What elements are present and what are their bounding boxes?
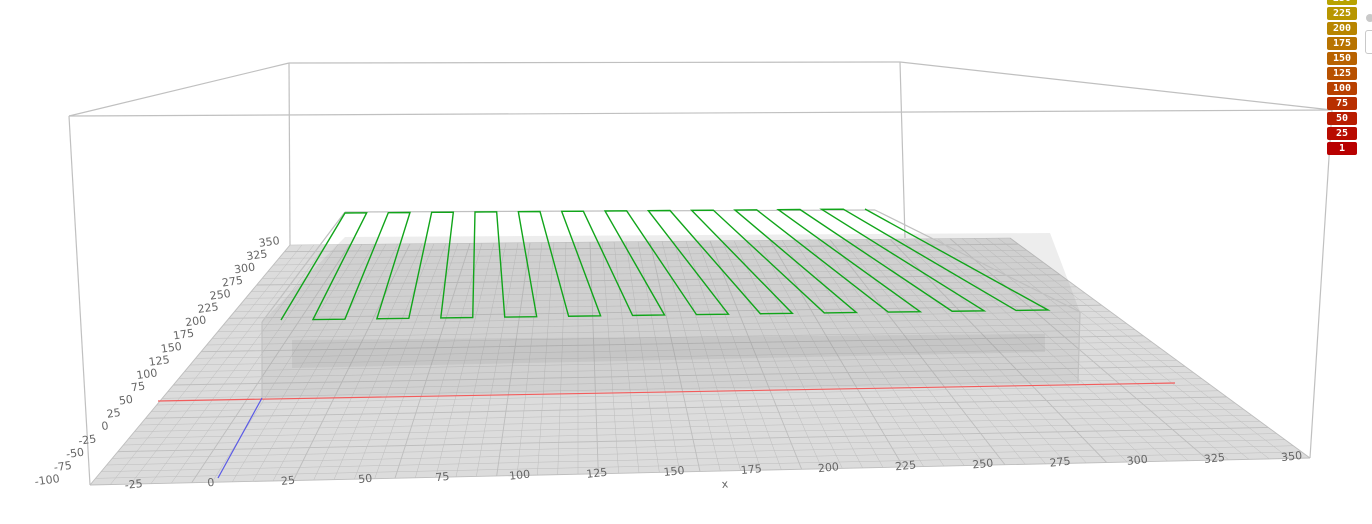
y-tick-label: 300 bbox=[233, 261, 256, 277]
y-tick-label: 0 bbox=[101, 419, 110, 433]
legend-item[interactable]: 150 bbox=[1327, 52, 1357, 65]
x-tick-label: 325 bbox=[1203, 451, 1225, 466]
x-tick-label: 300 bbox=[1126, 453, 1148, 468]
y-tick-label: 325 bbox=[246, 247, 269, 263]
y-tick-label: -50 bbox=[65, 446, 85, 461]
x-tick-label: 225 bbox=[895, 458, 917, 473]
x-tick-label: 50 bbox=[358, 472, 373, 486]
x-tick-label: 175 bbox=[740, 462, 762, 477]
x-tick-label: 350 bbox=[1281, 449, 1303, 464]
y-tick-label: 125 bbox=[148, 353, 171, 369]
legend-item[interactable]: 225 bbox=[1327, 7, 1357, 20]
legend-item[interactable]: 50 bbox=[1327, 112, 1357, 125]
x-tick-label: 200 bbox=[817, 460, 839, 475]
y-tick-label: 350 bbox=[258, 234, 281, 250]
x-tick-label: 125 bbox=[586, 466, 608, 481]
x-tick-label: 25 bbox=[280, 474, 295, 488]
panel-handle[interactable] bbox=[1365, 30, 1372, 54]
x-axis-label: x bbox=[721, 477, 729, 491]
y-tick-label: 275 bbox=[221, 274, 244, 290]
x-tick-label: -25 bbox=[124, 477, 143, 492]
x-tick-label: 75 bbox=[435, 470, 450, 484]
y-tick-label: 250 bbox=[209, 287, 232, 303]
legend-item[interactable]: 1 bbox=[1327, 142, 1357, 155]
x-tick-label: 150 bbox=[663, 464, 685, 479]
y-tick-label: 200 bbox=[184, 313, 207, 329]
y-tick-label: 100 bbox=[136, 366, 159, 382]
y-tick-label: 50 bbox=[118, 393, 134, 408]
x-tick-label: 250 bbox=[972, 456, 994, 471]
legend-item[interactable]: 25 bbox=[1327, 127, 1357, 140]
toolpath-scene[interactable]: -25 0 25 50 75 100 125 150 175 200 225 250 275 300 325… bbox=[0, 0, 1372, 524]
3d-viewport[interactable]: -25 0 25 50 75 100 125 150 175 200 225 250 275 300 325… bbox=[0, 0, 1372, 524]
y-tick-label: 25 bbox=[106, 406, 122, 421]
legend-item[interactable]: 200 bbox=[1327, 22, 1357, 35]
legend-item[interactable]: 250 bbox=[1327, 0, 1357, 5]
y-tick-label: 175 bbox=[172, 327, 195, 343]
y-tick-label: -75 bbox=[53, 459, 73, 474]
y-tick-label: 150 bbox=[160, 340, 183, 356]
x-tick-label: 0 bbox=[207, 476, 215, 490]
legend-item[interactable]: 175 bbox=[1327, 37, 1357, 50]
view-controls[interactable] bbox=[1362, 0, 1372, 60]
x-tick-label: 100 bbox=[509, 468, 531, 483]
legend-item[interactable]: 100 bbox=[1327, 82, 1357, 95]
y-tick-label: -25 bbox=[77, 432, 97, 447]
part-bounding-box bbox=[261, 209, 1081, 398]
toggle-icon[interactable] bbox=[1366, 14, 1372, 22]
x-tick-label: 275 bbox=[1049, 455, 1071, 470]
layer-color-legend: 250 225 200 175 150 125 100 75 50 25 1 bbox=[1327, 0, 1357, 157]
y-tick-label: -100 bbox=[34, 472, 61, 488]
legend-item[interactable]: 75 bbox=[1327, 97, 1357, 110]
legend-item[interactable]: 125 bbox=[1327, 67, 1357, 80]
y-tick-label: 225 bbox=[197, 300, 220, 316]
